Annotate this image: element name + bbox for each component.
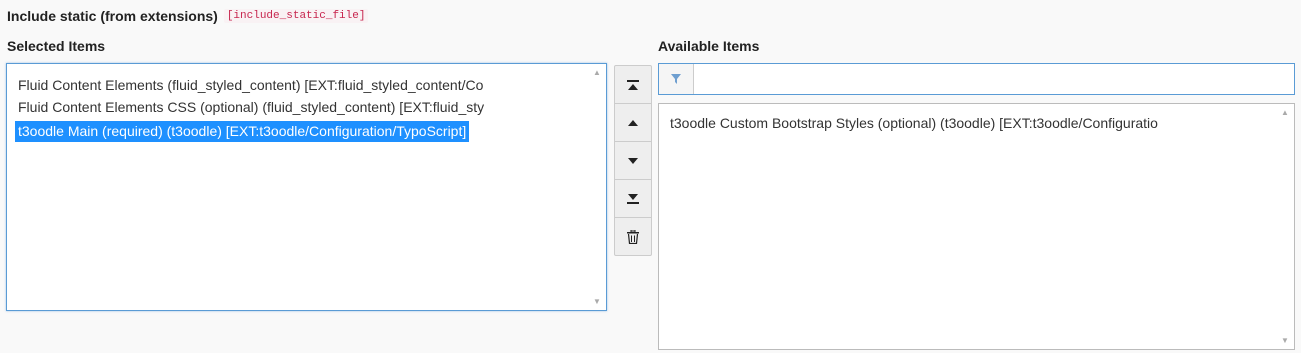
selected-items-label: Selected Items xyxy=(7,38,106,54)
available-items-options: t3oodle Custom Bootstrap Styles (optiona… xyxy=(659,104,1276,349)
selected-items-listbox[interactable]: Fluid Content Elements (fluid_styled_con… xyxy=(6,63,607,311)
selected-option[interactable]: Fluid Content Elements (fluid_styled_con… xyxy=(15,75,486,96)
available-items-label: Available Items xyxy=(658,38,760,54)
move-to-top-button[interactable] xyxy=(615,66,651,104)
scroll-up-arrow-icon[interactable]: ▲ xyxy=(1281,108,1289,117)
available-scrollbar[interactable]: ▲ ▼ xyxy=(1277,104,1294,349)
scroll-down-arrow-icon[interactable]: ▼ xyxy=(1281,336,1289,345)
move-to-top-icon xyxy=(627,79,639,90)
available-option[interactable]: t3oodle Custom Bootstrap Styles (optiona… xyxy=(667,113,1161,134)
move-up-button[interactable] xyxy=(615,104,651,142)
scroll-down-arrow-icon[interactable]: ▼ xyxy=(593,297,601,306)
scroll-up-arrow-icon[interactable]: ▲ xyxy=(593,68,601,77)
filter-input[interactable] xyxy=(694,64,1294,94)
filter-addon xyxy=(659,64,694,94)
item-move-buttons xyxy=(614,65,652,256)
available-items-listbox[interactable]: t3oodle Custom Bootstrap Styles (optiona… xyxy=(658,103,1295,350)
remove-item-button[interactable] xyxy=(615,218,651,255)
field-title-text: Include static (from extensions) xyxy=(7,8,218,24)
move-down-icon xyxy=(628,157,638,164)
selected-scrollbar[interactable]: ▲ ▼ xyxy=(589,64,606,310)
trash-icon xyxy=(627,229,639,244)
selected-option[interactable]: Fluid Content Elements CSS (optional) (f… xyxy=(15,97,487,118)
move-to-bottom-icon xyxy=(627,193,639,204)
available-filter xyxy=(658,63,1295,95)
move-to-bottom-button[interactable] xyxy=(615,180,651,218)
field-title: Include static (from extensions) [includ… xyxy=(7,8,369,24)
filter-funnel-icon xyxy=(671,74,681,84)
selected-items-options: Fluid Content Elements (fluid_styled_con… xyxy=(7,64,588,310)
selected-option-active[interactable]: t3oodle Main (required) (t3oodle) [EXT:t… xyxy=(15,121,470,142)
field-name-code: [include_static_file] xyxy=(223,9,369,23)
move-down-button[interactable] xyxy=(615,142,651,180)
move-up-icon xyxy=(628,119,638,126)
